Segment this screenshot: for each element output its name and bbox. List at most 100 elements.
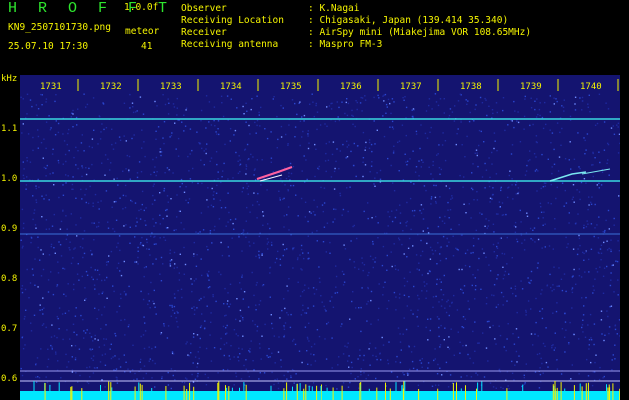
noise-speck	[147, 293, 150, 295]
noise-speck	[145, 224, 147, 226]
noise-speck	[588, 258, 590, 261]
noise-speck	[62, 338, 64, 341]
noise-speck	[51, 346, 53, 348]
noise-speck	[22, 174, 25, 177]
noise-speck	[22, 245, 24, 247]
noise-speck	[50, 344, 52, 347]
noise-speck	[427, 232, 430, 234]
noise-speck	[530, 308, 532, 310]
noise-speck	[431, 108, 433, 110]
noise-speck	[594, 124, 597, 126]
noise-speck	[372, 243, 374, 245]
noise-speck	[286, 378, 288, 380]
noise-speck	[486, 320, 489, 323]
noise-speck	[406, 256, 408, 258]
noise-speck	[389, 126, 391, 128]
noise-speck	[169, 263, 171, 265]
noise-speck	[524, 98, 526, 100]
noise-speck	[594, 203, 596, 206]
noise-speck	[37, 286, 39, 288]
noise-speck	[360, 96, 362, 99]
file-name: KN9_2507101730.png	[8, 22, 111, 33]
noise-speck	[256, 281, 258, 284]
noise-speck	[535, 297, 537, 300]
noise-speck	[600, 259, 602, 261]
noise-speck	[173, 251, 176, 254]
noise-speck	[415, 166, 418, 168]
noise-speck	[347, 360, 349, 362]
noise-speck	[587, 106, 589, 108]
noise-speck	[40, 348, 42, 350]
noise-speck	[456, 309, 459, 311]
noise-speck	[398, 170, 400, 172]
noise-speck	[484, 97, 486, 100]
noise-speck	[553, 163, 556, 165]
noise-speck	[145, 266, 147, 268]
noise-speck	[405, 134, 407, 137]
noise-speck	[540, 357, 542, 360]
noise-speck	[131, 102, 134, 104]
noise-speck	[46, 366, 49, 368]
noise-speck	[190, 343, 192, 345]
noise-speck	[449, 374, 452, 376]
noise-speck	[450, 228, 452, 230]
noise-speck	[235, 372, 237, 374]
noise-speck	[345, 157, 347, 159]
noise-speck	[287, 314, 289, 316]
noise-speck	[438, 301, 440, 303]
noise-speck	[406, 280, 409, 283]
noise-speck	[65, 295, 67, 297]
noise-speck	[418, 175, 420, 177]
noise-speck	[51, 153, 54, 155]
noise-speck	[488, 105, 490, 107]
noise-speck	[39, 304, 41, 306]
noise-speck	[91, 163, 93, 166]
noise-speck	[75, 224, 77, 226]
noise-speck	[142, 334, 145, 336]
noise-speck	[48, 115, 50, 117]
noise-speck	[166, 195, 169, 197]
noise-speck	[276, 147, 278, 149]
noise-speck	[465, 344, 467, 347]
noise-speck	[192, 167, 194, 170]
noise-speck	[180, 178, 183, 181]
noise-speck	[434, 348, 436, 350]
noise-speck	[427, 362, 430, 364]
noise-speck	[374, 177, 376, 179]
noise-speck	[267, 241, 270, 243]
noise-speck	[434, 93, 437, 95]
noise-speck	[524, 174, 527, 176]
noise-speck	[526, 164, 528, 167]
noise-speck	[209, 286, 211, 288]
noise-speck	[32, 149, 34, 152]
noise-speck	[325, 142, 327, 145]
noise-speck	[299, 101, 301, 103]
noise-speck	[193, 333, 195, 335]
noise-speck	[213, 347, 216, 349]
noise-speck	[87, 382, 90, 385]
noise-speck	[438, 144, 440, 146]
noise-speck	[577, 213, 579, 215]
noise-speck	[417, 294, 419, 297]
noise-speck	[35, 201, 38, 204]
noise-speck	[347, 386, 350, 388]
noise-speck	[534, 108, 536, 111]
noise-speck	[372, 258, 374, 261]
noise-speck	[444, 159, 447, 162]
noise-speck	[197, 351, 199, 353]
noise-speck	[305, 312, 308, 314]
noise-speck	[578, 338, 580, 340]
noise-speck	[302, 309, 304, 311]
noise-speck	[572, 248, 575, 250]
noise-speck	[208, 270, 210, 273]
noise-speck	[148, 300, 150, 302]
noise-speck	[191, 290, 193, 293]
noise-speck	[94, 367, 96, 369]
noise-speck	[153, 236, 155, 238]
noise-speck	[116, 377, 118, 379]
noise-speck	[205, 347, 208, 350]
noise-speck	[37, 129, 39, 131]
noise-speck	[476, 191, 478, 193]
noise-speck	[254, 121, 256, 124]
noise-speck	[137, 246, 139, 249]
